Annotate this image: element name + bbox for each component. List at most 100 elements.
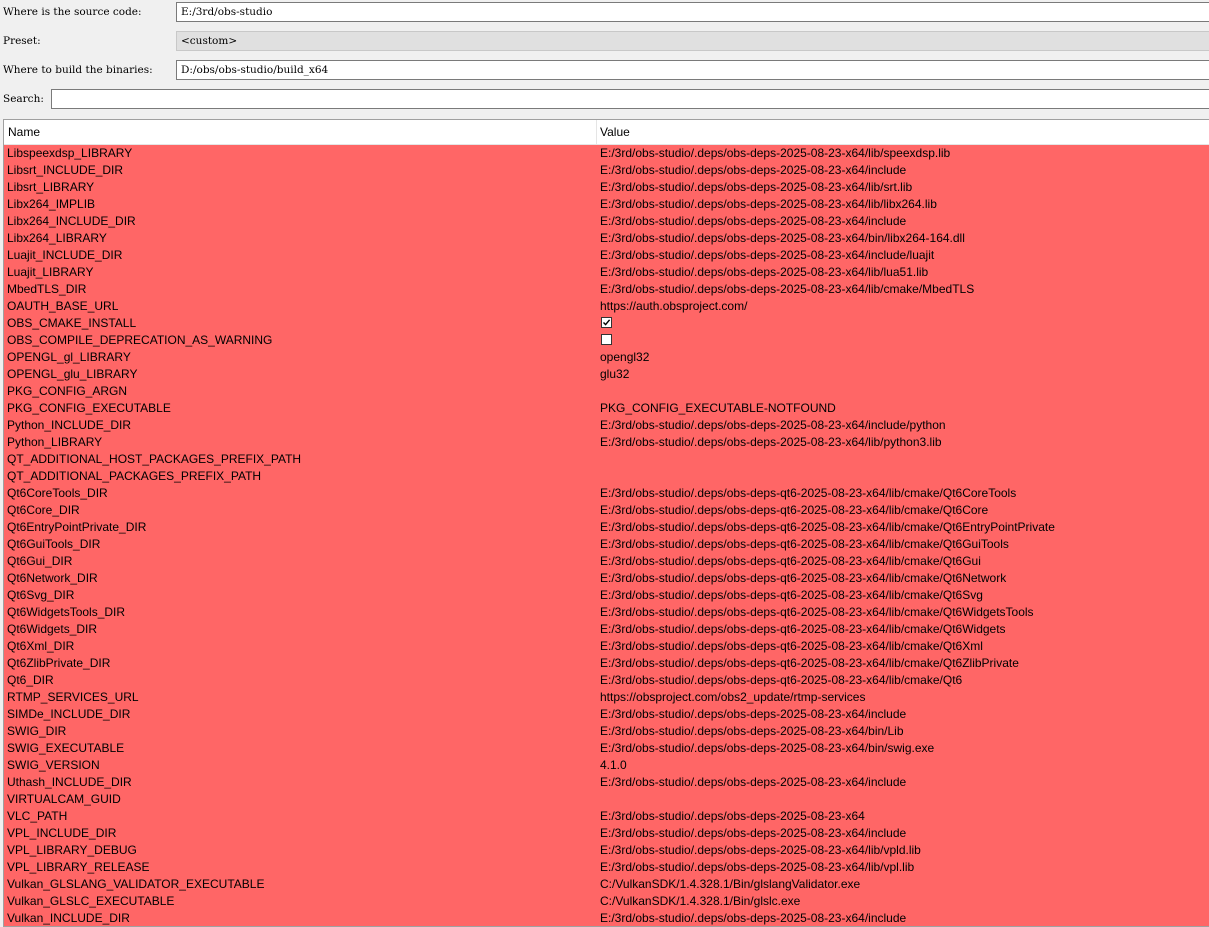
row-name: Qt6Core_DIR	[7, 503, 80, 517]
table-row[interactable]: Qt6ZlibPrivate_DIR E:/3rd/obs-studio/.dep…	[4, 655, 1209, 672]
row-value: E:/3rd/obs-studio/.deps/obs-deps-2025-08…	[600, 435, 942, 449]
row-name: QT_ADDITIONAL_HOST_PACKAGES_PREFIX_PATH	[7, 452, 302, 466]
row-value: E:/3rd/obs-studio/.deps/obs-deps-qt6-202…	[600, 554, 981, 568]
row-value: E:/3rd/obs-studio/.deps/obs-deps-2025-08…	[600, 214, 907, 228]
row-name: Qt6Xml_DIR	[7, 639, 75, 653]
table-row[interactable]: Luajit_INCLUDE_DIR E:/3rd/obs-studio/.dep…	[4, 247, 1209, 264]
table-row[interactable]: VPL_LIBRARY_RELEASE E:/3rd/obs-studio/.de…	[4, 859, 1209, 876]
table-row[interactable]: Libsrt_INCLUDE_DIR E:/3rd/obs-studio/.dep…	[4, 162, 1209, 179]
table-row[interactable]: Qt6EntryPointPrivate_DIR E:/3rd/obs-studi…	[4, 519, 1209, 536]
row-value: E:/3rd/obs-studio/.deps/obs-deps-qt6-202…	[600, 588, 983, 602]
row-value: E:/3rd/obs-studio/.deps/obs-deps-qt6-202…	[600, 486, 1017, 500]
table-row[interactable]: Python_INCLUDE_DIR E:/3rd/obs-studio/.dep…	[4, 417, 1209, 434]
table-row[interactable]: Vulkan_GLSLANG_VALIDATOR_EXECUTABLE C:/Vu…	[4, 876, 1209, 893]
row-value: E:/3rd/obs-studio/.deps/obs-deps-2025-08…	[600, 707, 907, 721]
row-name: VIRTUALCAM_GUID	[7, 792, 121, 806]
row-value: https://obsproject.com/obs2_update/rtmp-…	[600, 690, 866, 704]
search-input[interactable]	[51, 89, 1209, 109]
row-value: E:/3rd/obs-studio/.deps/obs-deps-2025-08…	[600, 911, 907, 925]
row-value: E:/3rd/obs-studio/.deps/obs-deps-2025-08…	[600, 146, 951, 160]
table-row[interactable]: SIMDe_INCLUDE_DIR E:/3rd/obs-studio/.deps…	[4, 706, 1209, 723]
table-row[interactable]: OBS_COMPILE_DEPRECATION_AS_WARNING	[4, 332, 1209, 349]
source-dir-label: Where is the source code:	[3, 6, 142, 18]
row-value: glu32	[600, 367, 630, 381]
table-row[interactable]: RTMP_SERVICES_URL https://obsproject.com/…	[4, 689, 1209, 706]
row-name: Libspeexdsp_LIBRARY	[7, 146, 133, 160]
row-name: QT_ADDITIONAL_PACKAGES_PREFIX_PATH	[7, 469, 262, 483]
table-row[interactable]: SWIG_EXECUTABLE E:/3rd/obs-studio/.deps/o…	[4, 740, 1209, 757]
row-value: E:/3rd/obs-studio/.deps/obs-deps-2025-08…	[600, 724, 904, 738]
row-name: RTMP_SERVICES_URL	[7, 690, 139, 704]
table-row[interactable]: Qt6Xml_DIR E:/3rd/obs-studio/.deps/obs-de…	[4, 638, 1209, 655]
row-name: Python_INCLUDE_DIR	[7, 418, 132, 432]
row-name: SWIG_VERSION	[7, 758, 100, 772]
table-row[interactable]: OPENGL_gl_LIBRARY opengl32	[4, 349, 1209, 366]
table-row[interactable]: PKG_CONFIG_ARGN	[4, 383, 1209, 400]
row-checkbox[interactable]	[601, 317, 612, 328]
table-row[interactable]: Libsrt_LIBRARY E:/3rd/obs-studio/.deps/ob…	[4, 179, 1209, 196]
row-value: https://auth.obsproject.com/	[600, 299, 748, 313]
table-row[interactable]: OPENGL_glu_LIBRARY glu32	[4, 366, 1209, 383]
table-row[interactable]: QT_ADDITIONAL_HOST_PACKAGES_PREFIX_PATH	[4, 451, 1209, 468]
build-dir-input[interactable]: D:/obs/obs-studio/build_x64	[176, 60, 1209, 80]
row-name: Luajit_INCLUDE_DIR	[7, 248, 123, 262]
row-checkbox[interactable]	[601, 334, 612, 345]
cache-table[interactable]: Name Value Libspeexdsp_LIBRARY E:/3rd/obs…	[3, 119, 1209, 927]
row-name: Qt6Widgets_DIR	[7, 622, 98, 636]
row-value: C:/VulkanSDK/1.4.328.1/Bin/glslangValida…	[600, 877, 861, 891]
source-dir-input[interactable]: E:/3rd/obs-studio	[176, 2, 1209, 22]
preset-select[interactable]: <custom>	[176, 31, 1209, 51]
row-value: E:/3rd/obs-studio/.deps/obs-deps-qt6-202…	[600, 656, 1019, 670]
table-row[interactable]: Qt6_DIR E:/3rd/obs-studio/.deps/obs-deps-…	[4, 672, 1209, 689]
table-row[interactable]: PKG_CONFIG_EXECUTABLE PKG_CONFIG_EXECUTAB…	[4, 400, 1209, 417]
table-row[interactable]: Luajit_LIBRARY E:/3rd/obs-studio/.deps/ob…	[4, 264, 1209, 281]
row-value: E:/3rd/obs-studio/.deps/obs-deps-qt6-202…	[600, 605, 1034, 619]
column-header-name[interactable]: Name	[8, 120, 40, 144]
table-row[interactable]: Vulkan_INCLUDE_DIR E:/3rd/obs-studio/.dep…	[4, 910, 1209, 926]
table-row[interactable]: Qt6Svg_DIR E:/3rd/obs-studio/.deps/obs-de…	[4, 587, 1209, 604]
table-row[interactable]: Python_LIBRARY E:/3rd/obs-studio/.deps/ob…	[4, 434, 1209, 451]
row-name: SWIG_DIR	[7, 724, 67, 738]
build-dir-row: Where to build the binaries: D:/obs/obs-…	[0, 60, 1209, 82]
row-value: E:/3rd/obs-studio/.deps/obs-deps-2025-08…	[600, 197, 937, 211]
table-row[interactable]: SWIG_VERSION 4.1.0	[4, 757, 1209, 774]
table-row[interactable]: Libx264_IMPLIB E:/3rd/obs-studio/.deps/ob…	[4, 196, 1209, 213]
table-row[interactable]: Libspeexdsp_LIBRARY E:/3rd/obs-studio/.de…	[4, 145, 1209, 162]
table-row[interactable]: VPL_LIBRARY_DEBUG E:/3rd/obs-studio/.deps…	[4, 842, 1209, 859]
preset-label: Preset:	[3, 35, 41, 47]
table-row[interactable]: MbedTLS_DIR E:/3rd/obs-studio/.deps/obs-d…	[4, 281, 1209, 298]
build-dir-label: Where to build the binaries:	[3, 64, 153, 76]
table-row[interactable]: VPL_INCLUDE_DIR E:/3rd/obs-studio/.deps/o…	[4, 825, 1209, 842]
table-body: Libspeexdsp_LIBRARY E:/3rd/obs-studio/.de…	[4, 145, 1209, 926]
table-row[interactable]: Uthash_INCLUDE_DIR E:/3rd/obs-studio/.dep…	[4, 774, 1209, 791]
table-row[interactable]: Qt6WidgetsTools_DIR E:/3rd/obs-studio/.de…	[4, 604, 1209, 621]
row-name: Vulkan_GLSLC_EXECUTABLE	[7, 894, 175, 908]
row-name: VLC_PATH	[7, 809, 68, 823]
search-label: Search:	[3, 93, 44, 105]
table-row[interactable]: Qt6CoreTools_DIR E:/3rd/obs-studio/.deps/…	[4, 485, 1209, 502]
row-value: E:/3rd/obs-studio/.deps/obs-deps-2025-08…	[600, 775, 907, 789]
table-row[interactable]: VLC_PATH E:/3rd/obs-studio/.deps/obs-deps…	[4, 808, 1209, 825]
table-row[interactable]: Qt6Core_DIR E:/3rd/obs-studio/.deps/obs-d…	[4, 502, 1209, 519]
table-row[interactable]: SWIG_DIR E:/3rd/obs-studio/.deps/obs-deps…	[4, 723, 1209, 740]
row-name: Qt6GuiTools_DIR	[7, 537, 101, 551]
table-row[interactable]: Qt6Gui_DIR E:/3rd/obs-studio/.deps/obs-de…	[4, 553, 1209, 570]
table-row[interactable]: Libx264_LIBRARY E:/3rd/obs-studio/.deps/o…	[4, 230, 1209, 247]
table-row[interactable]: Qt6Widgets_DIR E:/3rd/obs-studio/.deps/ob…	[4, 621, 1209, 638]
column-header-value[interactable]: Value	[600, 120, 630, 144]
row-name: Luajit_LIBRARY	[7, 265, 94, 279]
table-row[interactable]: QT_ADDITIONAL_PACKAGES_PREFIX_PATH	[4, 468, 1209, 485]
row-name: Qt6Gui_DIR	[7, 554, 73, 568]
row-name: PKG_CONFIG_ARGN	[7, 384, 128, 398]
column-divider[interactable]	[596, 120, 597, 144]
table-row[interactable]: Libx264_INCLUDE_DIR E:/3rd/obs-studio/.de…	[4, 213, 1209, 230]
row-value: E:/3rd/obs-studio/.deps/obs-deps-qt6-202…	[600, 571, 1007, 585]
table-row[interactable]: OAUTH_BASE_URL https://auth.obsproject.co…	[4, 298, 1209, 315]
table-row[interactable]: Qt6GuiTools_DIR E:/3rd/obs-studio/.deps/o…	[4, 536, 1209, 553]
row-name: OPENGL_glu_LIBRARY	[7, 367, 138, 381]
row-value: E:/3rd/obs-studio/.deps/obs-deps-2025-08…	[600, 860, 915, 874]
table-row[interactable]: Qt6Network_DIR E:/3rd/obs-studio/.deps/ob…	[4, 570, 1209, 587]
table-row[interactable]: OBS_CMAKE_INSTALL	[4, 315, 1209, 332]
table-row[interactable]: Vulkan_GLSLC_EXECUTABLE C:/VulkanSDK/1.4.…	[4, 893, 1209, 910]
table-row[interactable]: VIRTUALCAM_GUID	[4, 791, 1209, 808]
